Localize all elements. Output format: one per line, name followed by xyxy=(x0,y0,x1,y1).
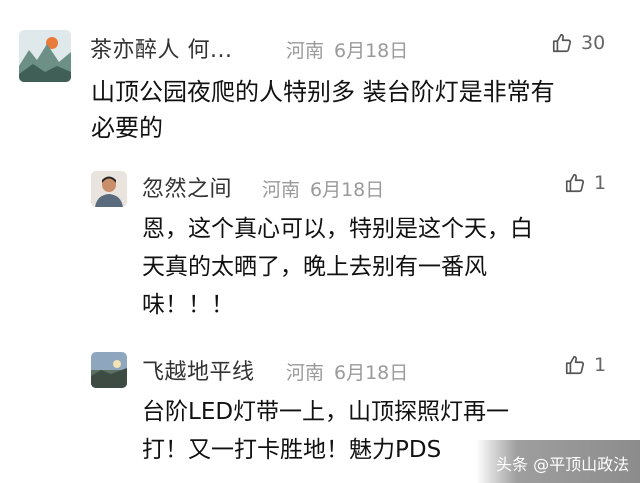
reply-location: 河南 xyxy=(262,179,301,201)
comment-text-line: 必要的 xyxy=(91,114,163,142)
like-button[interactable]: 1 xyxy=(564,354,606,376)
like-button[interactable]: 1 xyxy=(564,172,606,194)
thumbs-up-icon xyxy=(564,354,586,376)
like-count: 1 xyxy=(594,354,607,376)
reply-text: 恩，这个真心可以，特别是这个天，白 天真的太晒了，晚上去别有一番风 味！！！ xyxy=(142,210,612,324)
comment-location: 河南 xyxy=(286,40,325,62)
thumbs-up-icon xyxy=(551,32,573,54)
avatar[interactable] xyxy=(19,30,71,82)
reply-location: 河南 xyxy=(286,362,325,384)
avatar[interactable] xyxy=(91,352,127,388)
thumbs-up-icon xyxy=(564,172,586,194)
comment-date: 6月18日 xyxy=(334,40,409,62)
like-count: 1 xyxy=(594,172,607,194)
watermark: 头条 @平顶山政法 xyxy=(496,451,629,475)
like-button[interactable]: 30 xyxy=(551,32,605,54)
landscape-avatar-image xyxy=(19,30,71,82)
comment-text-line: 山顶公园夜爬的人特别多 装台阶灯是非常有 xyxy=(91,78,555,106)
reply-text-line: 味！！！ xyxy=(142,292,234,318)
reply-date: 6月18日 xyxy=(334,362,409,384)
comment-author[interactable]: 茶亦醉人 何... xyxy=(90,32,232,64)
watermark-brand: 头条 xyxy=(496,455,529,474)
horizon-avatar-image xyxy=(91,352,127,388)
reply-date: 6月18日 xyxy=(310,179,385,201)
avatar[interactable] xyxy=(91,171,127,207)
person-avatar-image xyxy=(91,171,127,207)
reply-author[interactable]: 飞越地平线 xyxy=(142,354,255,386)
reply-text-line: 恩，这个真心可以，特别是这个天，白 xyxy=(142,216,533,242)
reply-text-line: 台阶LED灯带一上，山顶探照灯再一 xyxy=(142,399,510,425)
comment-text: 山顶公园夜爬的人特别多 装台阶灯是非常有 必要的 xyxy=(91,74,621,146)
reply-author[interactable]: 忽然之间 xyxy=(142,171,232,203)
like-count: 30 xyxy=(581,32,606,54)
watermark-handle: @平顶山政法 xyxy=(533,455,630,474)
reply-text-line: 天真的太晒了，晚上去别有一番风 xyxy=(142,254,487,280)
